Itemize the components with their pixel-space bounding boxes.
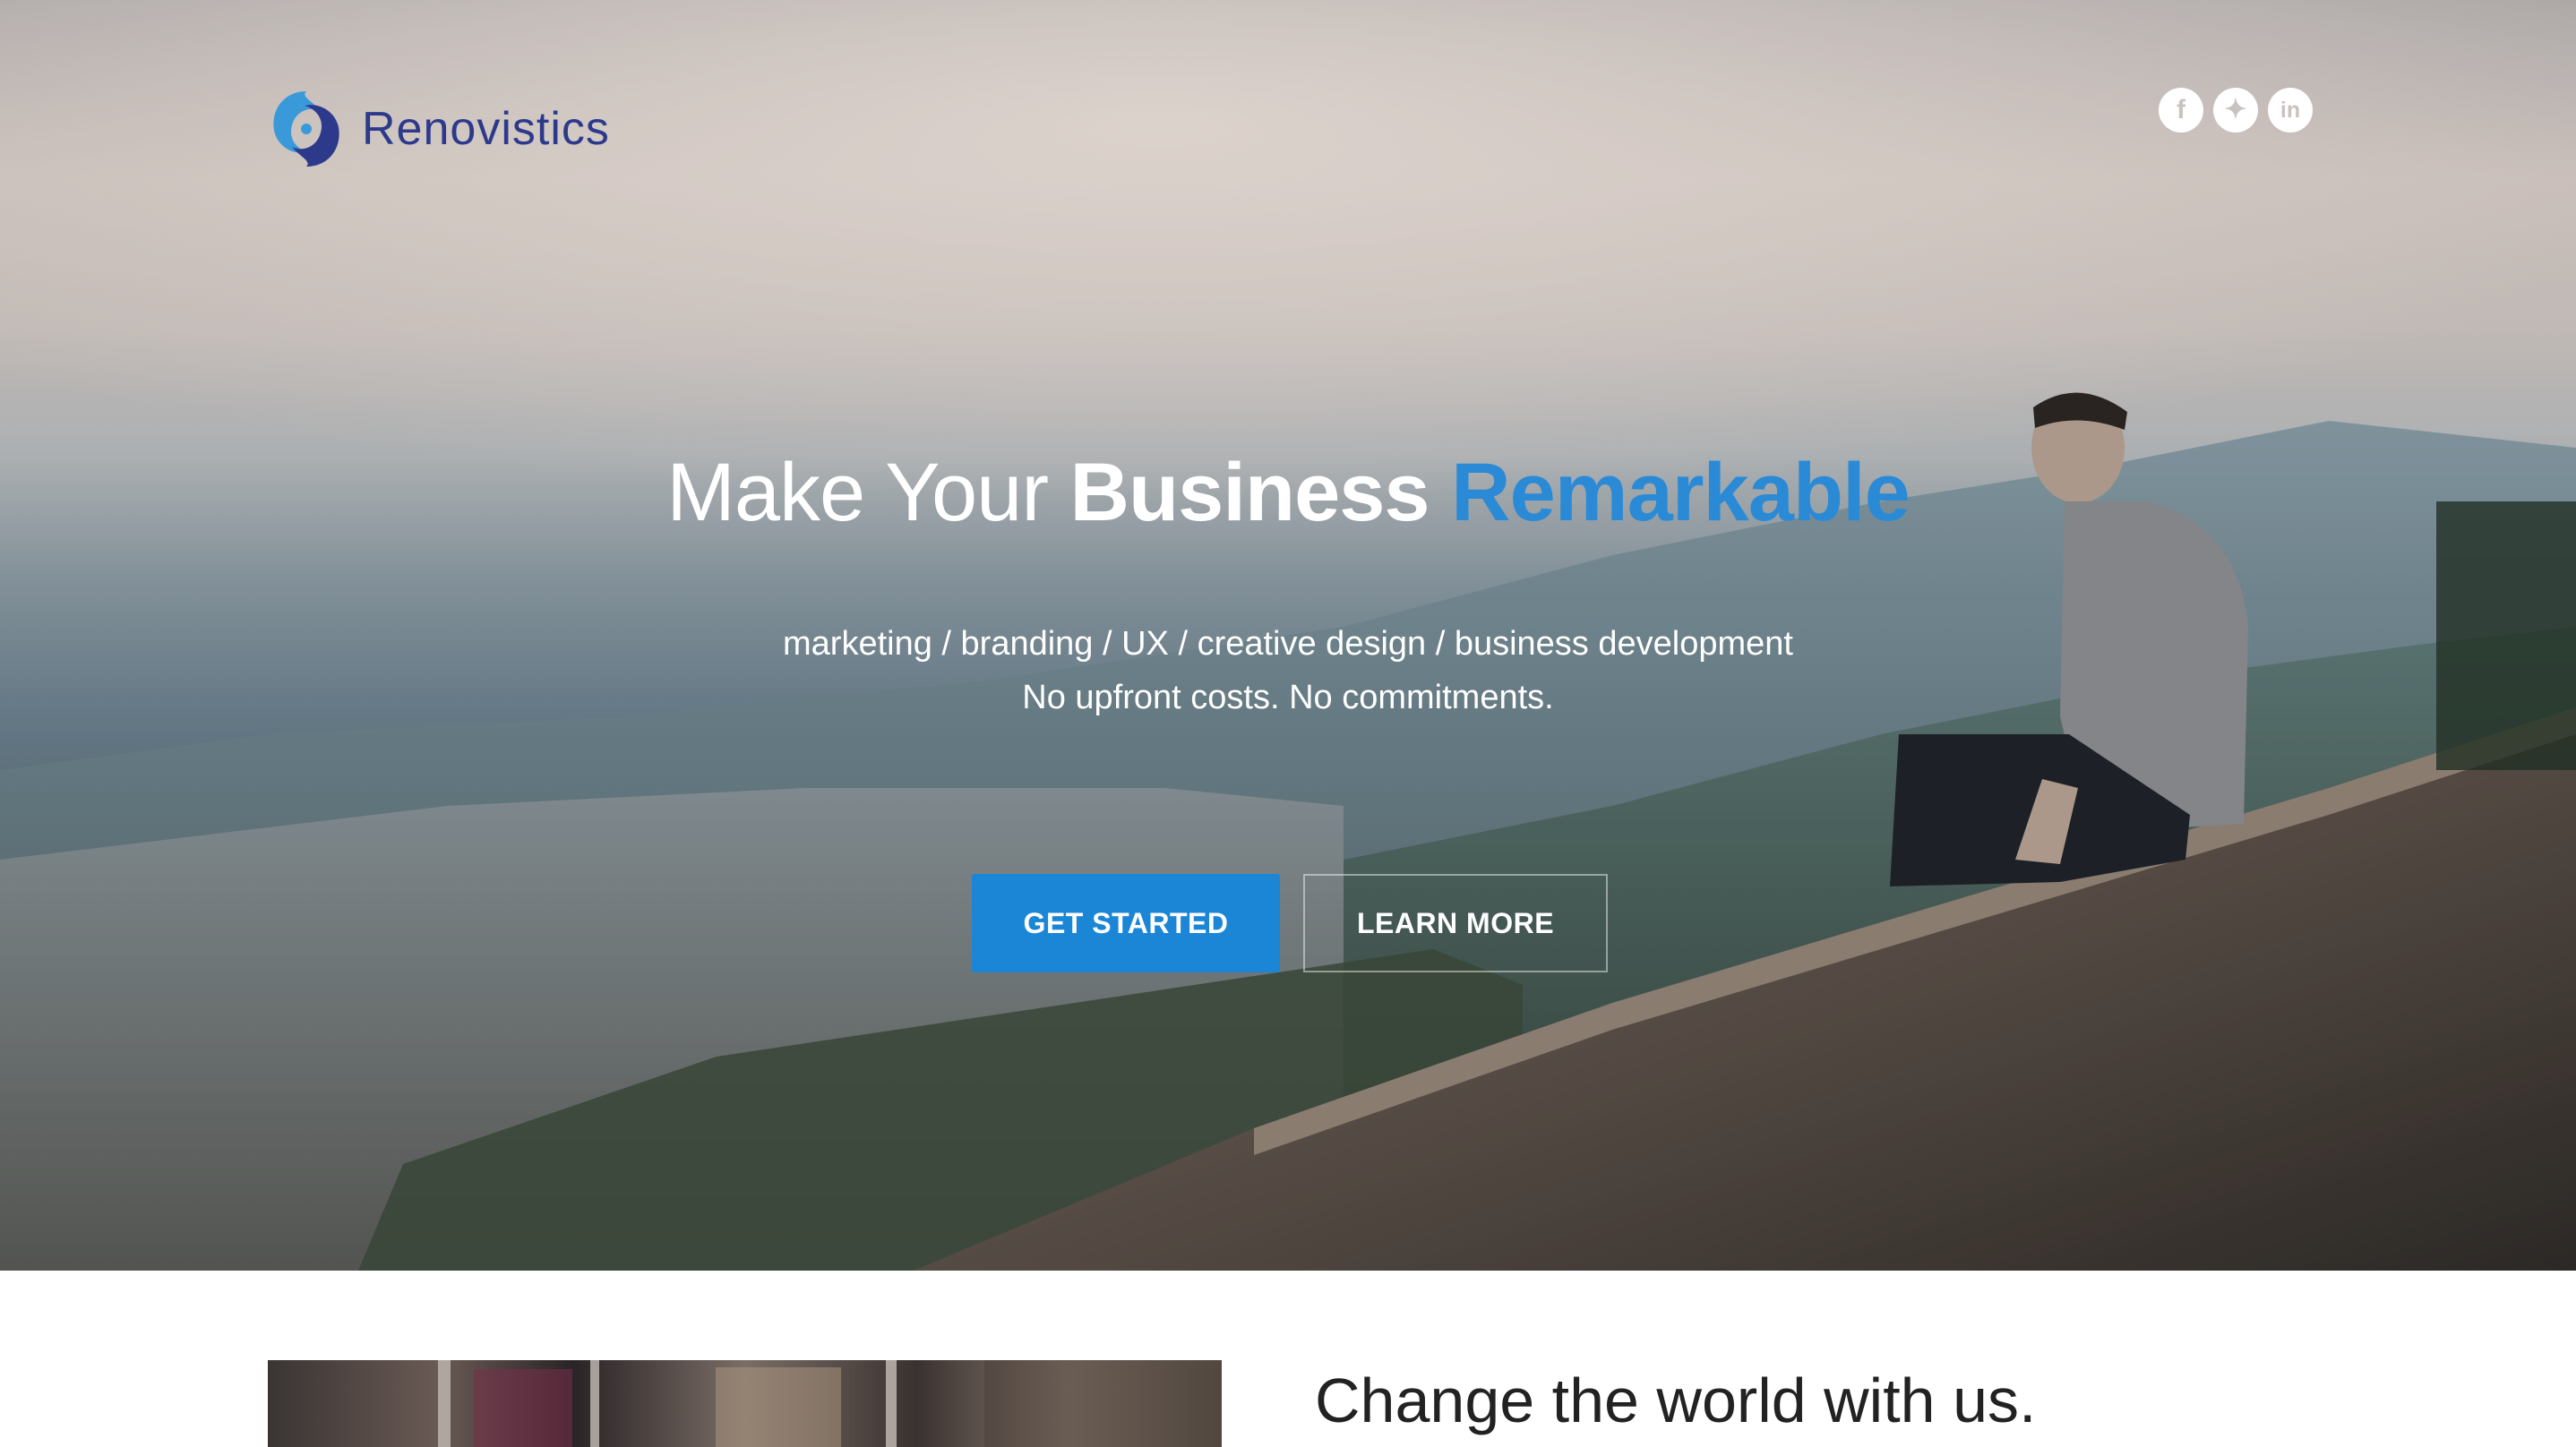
facebook-icon: f	[2177, 95, 2185, 124]
learn-more-button[interactable]: LEARN MORE	[1303, 874, 1608, 972]
headline-part-1: Make Your	[666, 447, 1070, 538]
feature-image	[268, 1360, 1222, 1447]
hero-headline: Make Your Business Remarkable	[0, 446, 2576, 540]
hero-tagline: marketing / branding / UX / creative des…	[783, 625, 1793, 663]
headline-accent: Remarkable	[1451, 447, 1911, 538]
facebook-link[interactable]: f	[2159, 88, 2203, 133]
train-interior-image	[438, 1360, 1222, 1447]
section-title: Change the world with us.	[1315, 1366, 2037, 1435]
logo-swirl-icon	[273, 91, 339, 167]
headline-part-2: Business	[1069, 447, 1452, 538]
social-links: f ✦ in	[2159, 88, 2313, 133]
twitter-icon: ✦	[2224, 95, 2247, 124]
get-started-button[interactable]: GET STARTED	[972, 874, 1280, 972]
brand-logo[interactable]: Renovistics	[265, 82, 610, 176]
linkedin-icon: in	[2280, 97, 2301, 123]
hero-subtagline: No upfront costs. No commitments.	[1022, 679, 1554, 716]
linkedin-link[interactable]: in	[2268, 88, 2313, 133]
hero-section: Renovistics f ✦ in Make Your Business Re…	[0, 0, 2576, 1271]
brand-name: Renovistics	[362, 103, 610, 155]
twitter-link[interactable]: ✦	[2213, 88, 2258, 133]
